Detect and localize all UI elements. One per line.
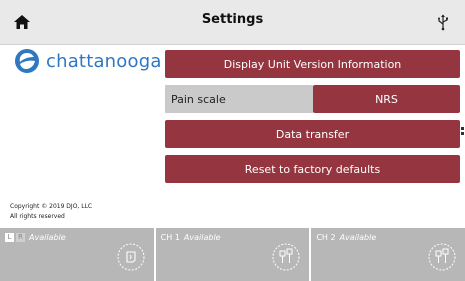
page-title: Settings: [201, 12, 264, 27]
pain-scale-label: Pain scale: [165, 85, 313, 113]
channel-header: CH 2 Available: [316, 233, 376, 242]
channel-2[interactable]: CH 2 Available: [311, 228, 465, 281]
channel-lr[interactable]: L R Available: [0, 228, 154, 281]
display-unit-version-button[interactable]: Display Unit Version Information: [165, 50, 460, 78]
channel-status: Available: [183, 233, 221, 242]
electrodes-icon: [272, 243, 300, 271]
electrodes-icon: [428, 243, 456, 271]
channel-status: Available: [339, 233, 377, 242]
copyright-line: Copyright © 2019 DJO, LLC: [10, 203, 93, 210]
channel-bar: L R Available CH 1 Available CH 2 Availa…: [0, 228, 465, 281]
right-badge: R: [16, 233, 25, 242]
pain-scale-row: Pain scale NRS: [165, 85, 460, 113]
usb-icon: [433, 12, 453, 32]
left-badge: L: [5, 233, 14, 242]
channel-1[interactable]: CH 1 Available: [155, 228, 310, 281]
lr-badge: L R: [5, 233, 25, 242]
rights-line: All rights reserved: [10, 213, 65, 220]
data-transfer-button[interactable]: Data transfer: [165, 120, 460, 148]
channel-header: CH 1 Available: [161, 233, 221, 242]
chattanooga-logo-icon: [15, 49, 39, 73]
top-bar: Settings: [0, 0, 465, 45]
channel-id: CH 1: [160, 233, 180, 242]
electrode-pad-icon: [117, 243, 145, 271]
channel-id: CH 2: [316, 233, 336, 242]
brand-logo: chattanooga: [14, 46, 162, 76]
channel-status: Available: [29, 233, 66, 242]
brand-name: chattanooga: [46, 50, 162, 72]
reset-factory-defaults-button[interactable]: Reset to factory defaults: [165, 155, 460, 183]
scroll-indicator: [461, 127, 465, 141]
channel-header: L R Available: [5, 233, 66, 242]
copyright-notice: Copyright © 2019 DJO, LLC All rights res…: [10, 202, 92, 222]
pain-scale-selector[interactable]: NRS: [313, 85, 460, 113]
